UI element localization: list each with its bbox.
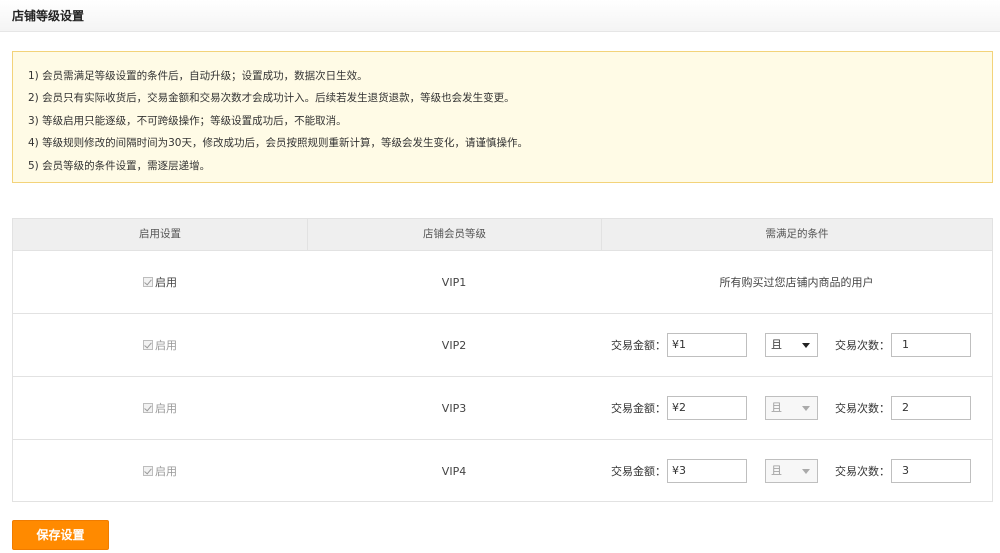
amount-input-vip3[interactable]: ¥2 bbox=[667, 396, 747, 420]
header-enable: 启用设置 bbox=[139, 228, 181, 240]
table-row: 启用 VIP1 所有购买过您店铺内商品的用户 bbox=[13, 251, 992, 314]
count-input-vip4[interactable]: 3 bbox=[891, 459, 971, 483]
enable-checkbox-vip2[interactable]: 启用 bbox=[143, 337, 177, 353]
logic-value: 且 bbox=[771, 338, 782, 351]
condition-text: 所有购买过您店铺内商品的用户 bbox=[719, 276, 874, 289]
logic-select-vip4[interactable]: 且 bbox=[765, 459, 818, 483]
count-input-vip2[interactable]: 1 bbox=[891, 333, 971, 357]
notice-line: 3) 等级启用只能逐级，不可跨级操作；等级设置成功后，不能取消。 bbox=[28, 114, 347, 127]
amount-input-vip4[interactable]: ¥3 bbox=[667, 459, 747, 483]
table-row: 启用 VIP4 交易金额： ¥3 且 交易次数： 3 bbox=[13, 440, 992, 502]
enable-label: 启用 bbox=[155, 402, 177, 415]
header-level: 店铺会员等级 bbox=[307, 219, 601, 250]
notice-line: 2) 会员只有实际收货后，交易金额和交易次数才会成功计入。后续若发生退货退款，等… bbox=[28, 92, 515, 105]
enable-checkbox-vip4[interactable]: 启用 bbox=[143, 463, 177, 479]
amount-label: 交易金额： bbox=[611, 465, 666, 478]
condition-cell: 交易金额： ¥2 且 交易次数： 2 bbox=[601, 377, 992, 439]
notice-box: 1) 会员需满足等级设置的条件后，自动升级；设置成功，数据次日生效。 2) 会员… bbox=[12, 51, 993, 183]
level-table: 启用设置 店铺会员等级 需满足的条件 启用 VIP1 所有购买过您店铺内商品的用… bbox=[12, 218, 993, 502]
logic-value: 且 bbox=[771, 464, 782, 477]
logic-select-vip2[interactable]: 且 bbox=[765, 333, 818, 357]
amount-input-vip2[interactable]: ¥1 bbox=[667, 333, 747, 357]
condition-cell: 交易金额： ¥1 且 交易次数： 1 bbox=[601, 314, 992, 376]
checkbox-icon bbox=[143, 403, 153, 413]
level-name: VIP4 bbox=[441, 464, 467, 478]
dropdown-arrow-icon bbox=[802, 343, 810, 348]
header-condition: 需满足的条件 bbox=[601, 219, 992, 250]
count-label: 交易次数： bbox=[835, 465, 890, 478]
save-button[interactable]: 保存设置 bbox=[12, 520, 109, 550]
amount-label: 交易金额： bbox=[611, 339, 666, 352]
page-title: 店铺等级设置 bbox=[12, 9, 85, 23]
table-row: 启用 VIP2 交易金额： ¥1 且 交易次数： 1 bbox=[13, 314, 992, 377]
notice-line: 5) 会员等级的条件设置，需逐层递增。 bbox=[28, 159, 211, 172]
amount-label: 交易金额： bbox=[611, 402, 666, 415]
table-header: 启用设置 店铺会员等级 需满足的条件 bbox=[13, 219, 992, 251]
dropdown-arrow-icon bbox=[802, 406, 810, 411]
enable-label: 启用 bbox=[155, 465, 177, 478]
enable-checkbox-vip3[interactable]: 启用 bbox=[143, 400, 177, 416]
enable-checkbox-vip1[interactable]: 启用 bbox=[143, 274, 177, 290]
count-label: 交易次数： bbox=[835, 339, 890, 352]
notice-line: 1) 会员需满足等级设置的条件后，自动升级；设置成功，数据次日生效。 bbox=[28, 70, 368, 82]
condition-cell: 交易金额： ¥3 且 交易次数： 3 bbox=[601, 440, 992, 502]
enable-label: 启用 bbox=[155, 339, 177, 352]
logic-value: 且 bbox=[771, 401, 782, 414]
level-name: VIP2 bbox=[441, 338, 467, 352]
logic-select-vip3[interactable]: 且 bbox=[765, 396, 818, 420]
dropdown-arrow-icon bbox=[802, 469, 810, 474]
enable-label: 启用 bbox=[155, 276, 177, 289]
level-name: VIP3 bbox=[441, 401, 467, 415]
checkbox-icon bbox=[143, 277, 153, 287]
notice-line: 4) 等级规则修改的间隔时间为30天，修改成功后，会员按照规则重新计算，等级会发… bbox=[28, 137, 528, 150]
page-header: 店铺等级设置 bbox=[0, 0, 1000, 32]
table-row: 启用 VIP3 交易金额： ¥2 且 交易次数： 2 bbox=[13, 377, 992, 440]
level-name: VIP1 bbox=[441, 275, 467, 289]
checkbox-icon bbox=[143, 340, 153, 350]
checkbox-icon bbox=[143, 466, 153, 476]
count-label: 交易次数： bbox=[835, 402, 890, 415]
count-input-vip3[interactable]: 2 bbox=[891, 396, 971, 420]
